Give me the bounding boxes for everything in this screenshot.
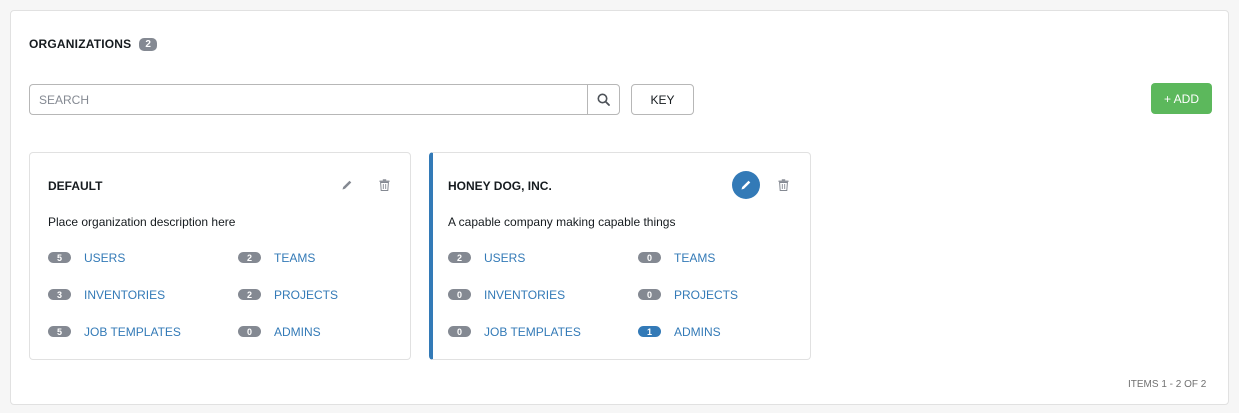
- inventories-link[interactable]: 0 INVENTORIES: [448, 287, 638, 302]
- link-label: ADMINS: [674, 324, 721, 339]
- count-badge: 0: [448, 289, 471, 300]
- link-label: INVENTORIES: [484, 287, 566, 302]
- delete-button[interactable]: [769, 171, 797, 199]
- job-templates-link[interactable]: 5 JOB TEMPLATES: [48, 324, 238, 339]
- projects-link[interactable]: 0 PROJECTS: [638, 287, 788, 302]
- search-bar: [29, 84, 620, 115]
- users-link[interactable]: 2 USERS: [448, 250, 638, 265]
- search-button[interactable]: [587, 84, 620, 115]
- organizations-panel: ORGANIZATIONS 2 KEY + ADD DEFAULT: [10, 10, 1229, 405]
- organization-card-default: DEFAULT Place organization description h…: [29, 152, 411, 360]
- link-label: USERS: [84, 250, 126, 265]
- card-actions: [324, 171, 398, 199]
- edit-button[interactable]: [732, 171, 760, 199]
- card-links: 5 USERS 2 TEAMS 3 INVENTORIES 2 PROJECTS 5 JO…: [48, 250, 388, 339]
- card-title: HONEY DOG, INC.: [448, 179, 552, 193]
- count-badge: 0: [448, 326, 471, 337]
- projects-link[interactable]: 2 PROJECTS: [238, 287, 388, 302]
- page-title: ORGANIZATIONS: [29, 37, 132, 51]
- teams-link[interactable]: 0 TEAMS: [638, 250, 788, 265]
- count-badge: 0: [638, 289, 661, 300]
- count-badge: 0: [638, 252, 661, 263]
- delete-button[interactable]: [370, 171, 398, 199]
- organization-card-honey-dog: HONEY DOG, INC. A capable company making…: [429, 152, 811, 360]
- add-button[interactable]: + ADD: [1151, 83, 1212, 114]
- search-icon: [597, 93, 610, 106]
- pencil-icon: [741, 180, 751, 190]
- admins-link[interactable]: 0 ADMINS: [238, 324, 388, 339]
- edit-button[interactable]: [333, 171, 361, 199]
- count-badge: 5: [48, 252, 71, 263]
- card-description: A capable company making capable things: [448, 215, 676, 229]
- pencil-icon: [342, 180, 352, 190]
- teams-link[interactable]: 2 TEAMS: [238, 250, 388, 265]
- card-title: DEFAULT: [48, 179, 103, 193]
- count-badge: 2: [448, 252, 471, 263]
- link-label: TEAMS: [274, 250, 316, 265]
- link-label: TEAMS: [674, 250, 716, 265]
- card-actions: [723, 171, 797, 199]
- count-badge: 5: [48, 326, 71, 337]
- count-badge: 2: [139, 37, 157, 51]
- job-templates-link[interactable]: 0 JOB TEMPLATES: [448, 324, 638, 339]
- link-label: ADMINS: [274, 324, 321, 339]
- count-badge: 0: [238, 326, 261, 337]
- trash-icon: [379, 179, 389, 191]
- admins-link[interactable]: 1 ADMINS: [638, 324, 788, 339]
- link-label: USERS: [484, 250, 526, 265]
- inventories-link[interactable]: 3 INVENTORIES: [48, 287, 238, 302]
- count-badge: 1: [638, 326, 661, 337]
- trash-icon: [778, 179, 788, 191]
- link-label: PROJECTS: [674, 287, 739, 302]
- card-links: 2 USERS 0 TEAMS 0 INVENTORIES 0 PROJECTS 0 JO…: [448, 250, 788, 339]
- list-header: ORGANIZATIONS 2: [29, 37, 157, 51]
- count-badge: 2: [238, 289, 261, 300]
- count-badge: 3: [48, 289, 71, 300]
- pagination-info: ITEMS 1 - 2 OF 2: [1128, 379, 1207, 390]
- card-description: Place organization description here: [48, 215, 236, 229]
- link-label: PROJECTS: [274, 287, 339, 302]
- key-button[interactable]: KEY: [631, 84, 694, 115]
- count-badge: 2: [238, 252, 261, 263]
- link-label: JOB TEMPLATES: [84, 324, 181, 339]
- link-label: INVENTORIES: [84, 287, 166, 302]
- link-label: JOB TEMPLATES: [484, 324, 581, 339]
- search-input[interactable]: [29, 84, 587, 115]
- users-link[interactable]: 5 USERS: [48, 250, 238, 265]
